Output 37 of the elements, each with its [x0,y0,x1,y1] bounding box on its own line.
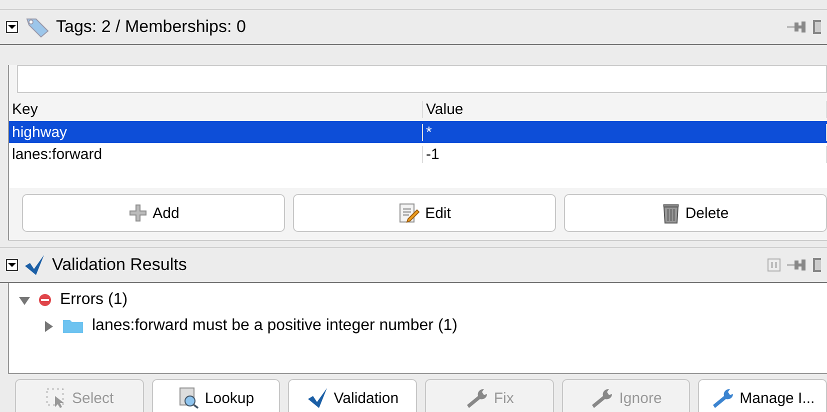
error-icon [38,293,52,307]
action-button[interactable]: Validation [288,379,418,412]
panel-title: Validation Results [52,255,188,275]
action-button[interactable]: Manage I... [698,379,827,412]
wrench-icon [710,387,735,409]
tag-icon [24,16,50,38]
trash-icon [662,202,680,224]
panel-title: Tags: 2 / Memberships: 0 [56,17,247,37]
table-row[interactable]: highway * [9,121,827,143]
collapse-toggle[interactable] [6,21,18,33]
notepad-pencil-icon [398,202,420,224]
pin-icon[interactable] [787,20,807,34]
expander-icon[interactable] [19,294,30,306]
column-header[interactable]: Value [423,101,827,118]
plus-icon [128,203,148,223]
collapse-toggle[interactable] [6,259,18,271]
pin-icon[interactable] [787,258,807,272]
action-button[interactable]: Lookup [152,379,280,412]
table-cell: lanes:forward [9,146,423,162]
folder-icon [62,318,84,334]
filter-field[interactable] [17,65,827,93]
table-row[interactable]: lanes:forward -1 [9,143,827,165]
table-cell: highway [9,124,423,140]
wrench-icon [464,387,489,409]
action-button[interactable]: Add [22,194,285,232]
tree-item[interactable]: Errors (1) [60,291,128,309]
action-button[interactable]: Delete [564,194,827,232]
table-cell: -1 [423,146,827,162]
table-cell: * [423,124,827,140]
action-button[interactable]: Edit [293,194,556,232]
expander-icon[interactable] [43,320,54,332]
column-header[interactable]: Key [9,101,423,118]
tree-item[interactable]: lanes:forward must be a positive integer number (1) [92,317,458,335]
checkmark-icon [24,254,46,276]
magnifier-page-icon [178,387,200,409]
checkmark-icon [306,387,329,409]
wrench-icon [590,387,614,409]
